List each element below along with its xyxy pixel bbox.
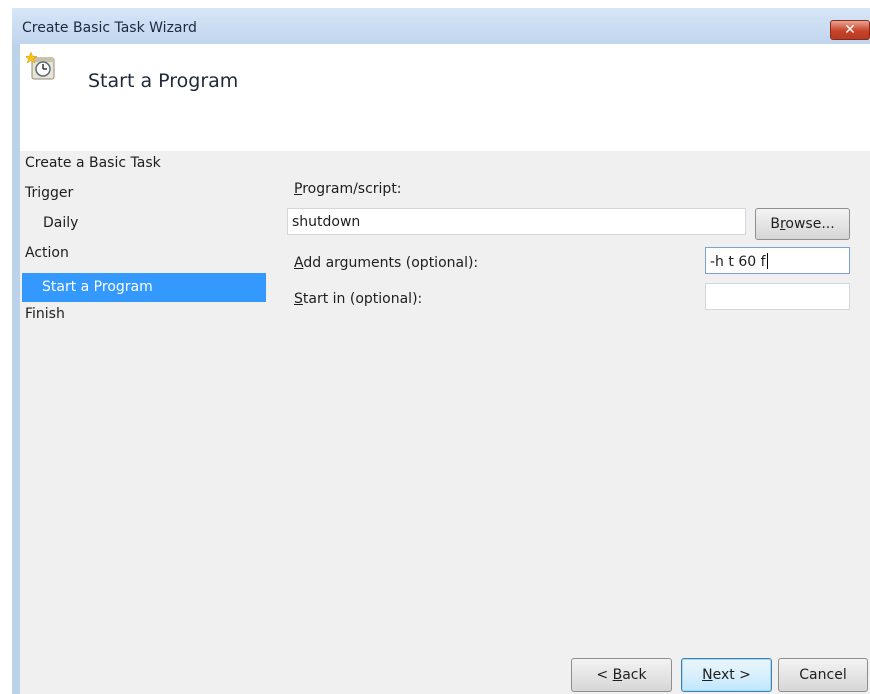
start-in-label: Start in (optional): (294, 291, 423, 307)
cancel-button[interactable]: Cancel (778, 658, 868, 692)
close-icon: ✕ (844, 22, 856, 38)
title-bar[interactable]: Create Basic Task Wizard ✕ (12, 8, 870, 44)
nav-item-trigger[interactable]: Trigger (25, 185, 73, 201)
add-arguments-label: Add arguments (optional): (294, 255, 479, 271)
nav-item-start-a-program[interactable]: Start a Program (22, 273, 266, 302)
wizard-header: Start a Program (20, 44, 870, 151)
scheduled-task-icon (26, 52, 55, 80)
start-in-input[interactable] (705, 283, 850, 310)
next-button[interactable]: Next > (681, 658, 772, 692)
program-script-label: Program/script: (294, 181, 402, 197)
nav-item-label: Start a Program (42, 279, 153, 295)
browse-button[interactable]: Browse... (755, 208, 850, 240)
nav-item-finish[interactable]: Finish (25, 306, 65, 322)
close-button[interactable]: ✕ (830, 20, 870, 40)
window-title: Create Basic Task Wizard (22, 20, 197, 36)
wizard-body: Create a Basic Task Trigger Daily Action… (20, 151, 870, 694)
back-button[interactable]: < Back (571, 658, 672, 692)
text-cursor (766, 253, 768, 269)
wizard-window: Create Basic Task Wizard ✕ Start a Progr… (12, 8, 870, 694)
add-arguments-input[interactable]: -h t 60 f (705, 247, 850, 274)
nav-item-action[interactable]: Action (25, 245, 69, 261)
program-script-input[interactable]: shutdown (287, 208, 746, 235)
nav-item-create-basic-task[interactable]: Create a Basic Task (25, 155, 161, 171)
nav-item-daily[interactable]: Daily (43, 215, 78, 231)
page-title: Start a Program (88, 70, 239, 92)
